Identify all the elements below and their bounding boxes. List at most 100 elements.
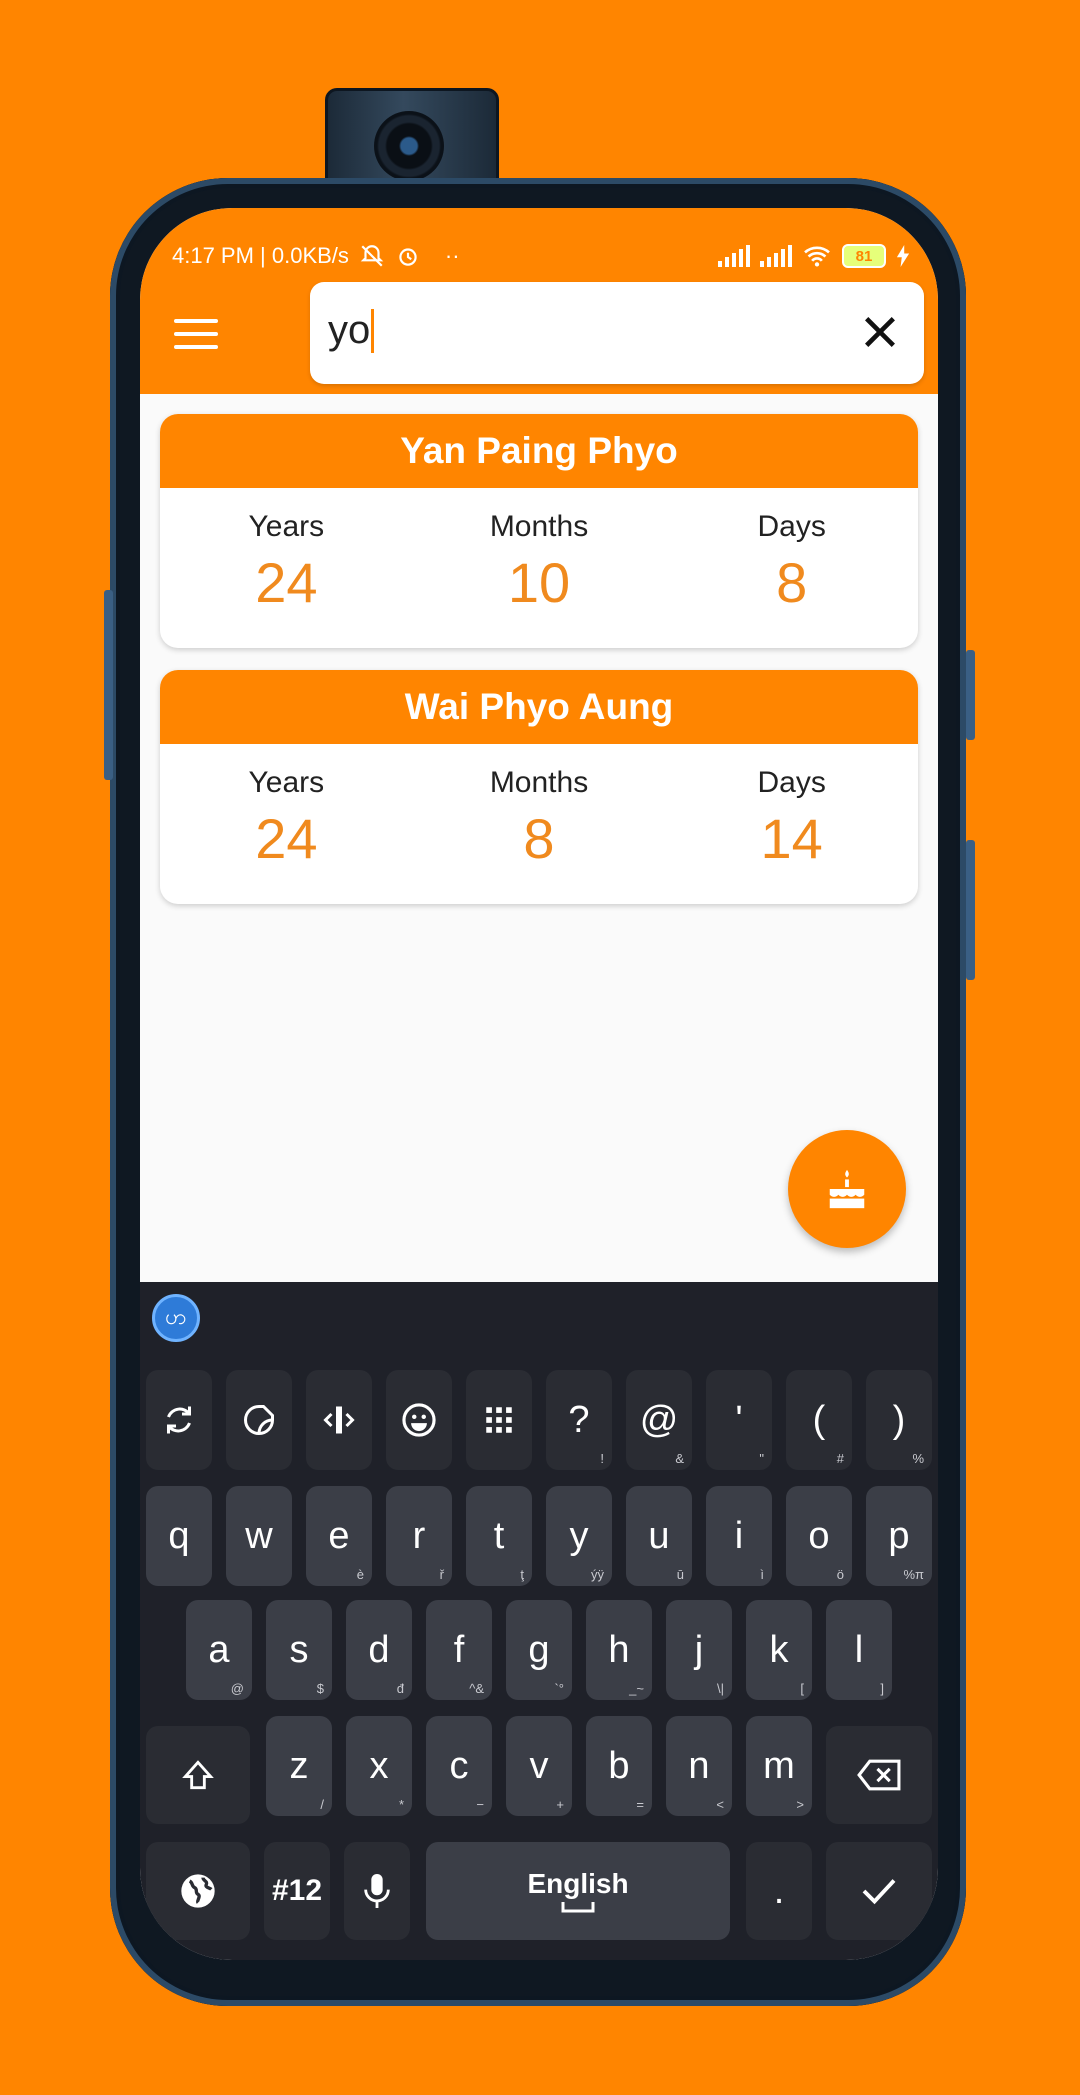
letter-key[interactable]: s $ xyxy=(266,1600,332,1700)
add-birthday-button[interactable] xyxy=(788,1130,906,1248)
enter-key[interactable] xyxy=(826,1842,932,1940)
open-paren-key[interactable]: (# xyxy=(786,1370,852,1470)
letter-key[interactable]: h _~ xyxy=(586,1600,652,1700)
letter-key[interactable]: q xyxy=(146,1486,212,1586)
period-key[interactable]: . xyxy=(746,1842,812,1940)
voice-key[interactable] xyxy=(344,1842,410,1940)
letter-key[interactable]: iì xyxy=(706,1486,772,1586)
alarm-icon xyxy=(399,248,417,266)
battery-icon: 81 xyxy=(842,244,886,268)
shift-key[interactable] xyxy=(146,1726,250,1824)
letter-key[interactable]: p %π xyxy=(866,1486,932,1586)
key-sublabel: = xyxy=(636,1797,644,1812)
key-label: u xyxy=(648,1514,670,1557)
key-label: i xyxy=(734,1514,744,1557)
letter-key[interactable]: tţ xyxy=(466,1486,532,1586)
microphone-icon xyxy=(364,1874,390,1908)
key-label: d xyxy=(368,1628,390,1671)
key-sublabel: & xyxy=(675,1451,684,1466)
key-label: x xyxy=(369,1744,389,1787)
days-label: Days xyxy=(757,766,826,799)
key-label: r xyxy=(412,1514,426,1557)
letter-key[interactable]: x * xyxy=(346,1716,412,1816)
letter-key[interactable]: z / xyxy=(266,1716,332,1816)
status-bar: 4:17 PM | 0.0KB/s ·· 81 xyxy=(172,236,910,276)
backspace-key[interactable] xyxy=(826,1726,932,1824)
key-label: o xyxy=(808,1514,830,1557)
apostrophe-key[interactable]: ' " xyxy=(706,1370,772,1470)
key-sublabel: % xyxy=(912,1451,924,1466)
key-sublabel: # xyxy=(836,1451,844,1466)
language-key[interactable] xyxy=(146,1842,250,1940)
emoji-key[interactable] xyxy=(386,1370,452,1470)
space-key[interactable]: English xyxy=(426,1842,730,1940)
years-value: 24 xyxy=(255,551,318,614)
key-label: v xyxy=(529,1744,549,1787)
question-key[interactable]: ?! xyxy=(546,1370,612,1470)
charging-icon xyxy=(896,245,910,267)
key-label: g xyxy=(528,1628,550,1671)
key-label: ( xyxy=(812,1398,826,1441)
letter-key[interactable]: uū xyxy=(626,1486,692,1586)
letter-key[interactable]: f ^& xyxy=(426,1600,492,1700)
keyboard: ဟ ?! @ & ' "(#)% q w e è r ř t ţ y ýÿ u ū i ì o ö p %π a @ s $ d đ f ^… xyxy=(140,1282,938,1960)
sync-key[interactable] xyxy=(146,1370,212,1470)
letter-key[interactable]: rř xyxy=(386,1486,452,1586)
key-sublabel: < xyxy=(716,1797,724,1812)
months-label: Months xyxy=(489,766,589,799)
key-label: l xyxy=(854,1628,864,1671)
years-label: Years xyxy=(248,766,325,799)
keyboard-logo[interactable]: ဟ xyxy=(152,1294,200,1342)
signal-icon xyxy=(718,245,750,267)
letter-key[interactable]: y ýÿ xyxy=(546,1486,612,1586)
search-input[interactable]: yo xyxy=(310,282,924,384)
side-button xyxy=(104,590,113,780)
key-label: ? xyxy=(568,1398,590,1441)
letter-key[interactable]: c − xyxy=(426,1716,492,1816)
person-card[interactable]: Wai Phyo Aung Years 24 Months 8 Days 14 xyxy=(160,670,918,904)
close-icon[interactable] xyxy=(860,312,900,352)
key-label: y xyxy=(569,1514,589,1557)
menu-button[interactable] xyxy=(174,312,218,356)
months-value: 10 xyxy=(507,551,571,614)
key-label: c xyxy=(449,1744,469,1787)
key-label: f xyxy=(453,1628,465,1671)
notification-off-icon xyxy=(360,245,384,267)
letter-key[interactable]: k[ xyxy=(746,1600,812,1700)
key-sublabel: ] xyxy=(880,1681,884,1696)
letter-key[interactable]: v + xyxy=(506,1716,572,1816)
key-sublabel: > xyxy=(796,1797,804,1812)
person-name: Wai Phyo Aung xyxy=(160,670,918,744)
numpad-key[interactable] xyxy=(466,1370,532,1470)
key-sublabel: [ xyxy=(800,1681,804,1696)
sticker-key[interactable] xyxy=(226,1370,292,1470)
letter-key[interactable]: b = xyxy=(586,1716,652,1816)
letter-key[interactable]: oö xyxy=(786,1486,852,1586)
letter-key[interactable]: g `° xyxy=(506,1600,572,1700)
letter-key[interactable]: w xyxy=(226,1486,292,1586)
cursor-move-key[interactable] xyxy=(306,1370,372,1470)
letter-key[interactable]: a @ xyxy=(186,1600,252,1700)
sticker-icon xyxy=(241,1402,277,1438)
letter-key[interactable]: dđ xyxy=(346,1600,412,1700)
months-label: Months xyxy=(489,510,589,543)
letter-key[interactable]: n < xyxy=(666,1716,732,1816)
numpad-icon xyxy=(482,1403,516,1437)
years-value: 24 xyxy=(255,807,318,870)
letter-key[interactable]: m > xyxy=(746,1716,812,1816)
text-cursor xyxy=(371,308,375,353)
key-sublabel: è xyxy=(356,1567,364,1582)
key-label: m xyxy=(763,1744,795,1787)
key-label: n xyxy=(688,1744,710,1787)
person-card[interactable]: Yan Paing Phyo Years 24 Months 10 Days 8 xyxy=(160,414,918,648)
close-paren-key[interactable]: )% xyxy=(866,1370,932,1470)
space-label: English xyxy=(527,1868,629,1899)
numbers-key[interactable]: #12 xyxy=(264,1842,330,1940)
menu-icon xyxy=(174,319,218,323)
letter-key[interactable]: eè xyxy=(306,1486,372,1586)
key-sublabel: %π xyxy=(903,1567,924,1582)
letter-key[interactable]: j \| xyxy=(666,1600,732,1700)
letter-key[interactable]: l] xyxy=(826,1600,892,1700)
at-key[interactable]: @ & xyxy=(626,1370,692,1470)
key-sublabel: ì xyxy=(760,1567,764,1582)
